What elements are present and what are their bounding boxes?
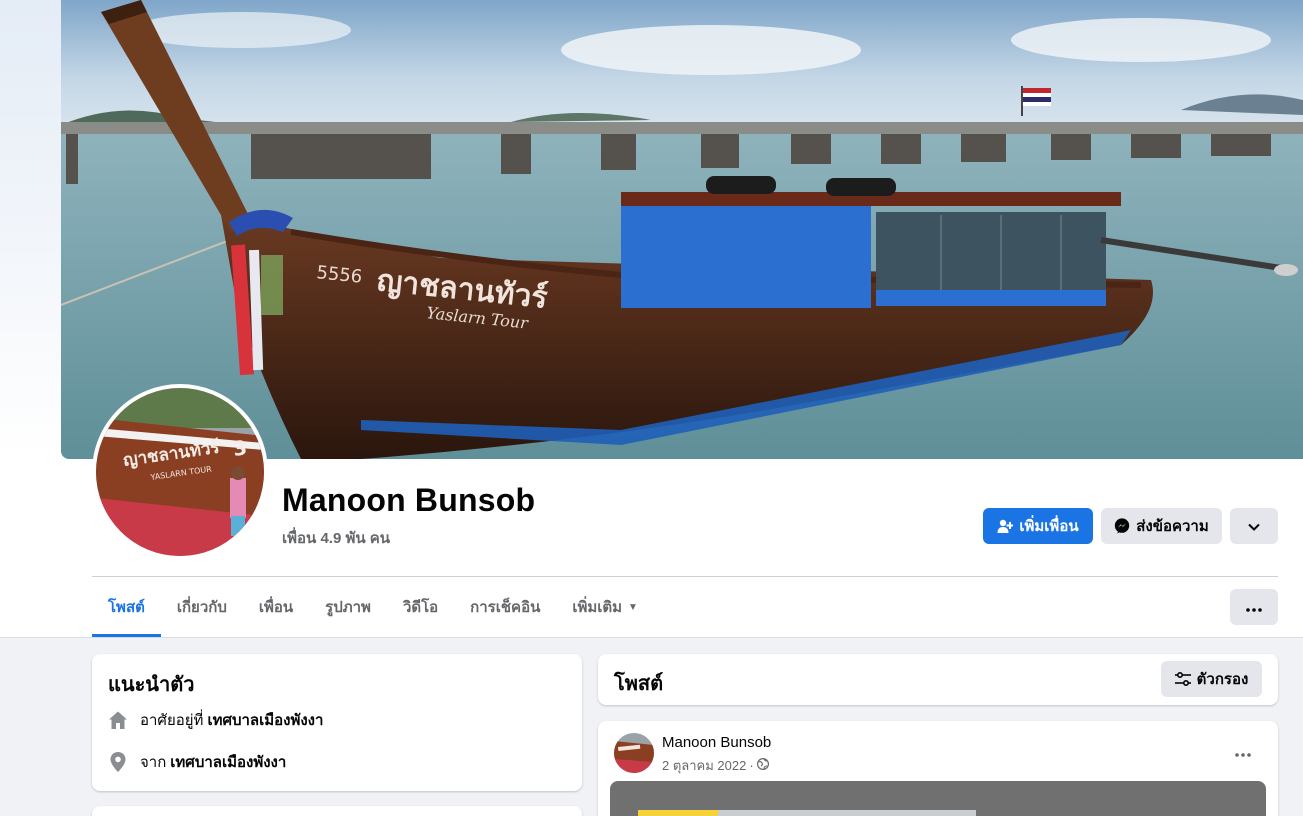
messenger-icon xyxy=(1114,518,1130,534)
add-friend-button[interactable]: เพิ่มเพื่อน xyxy=(983,508,1093,544)
globe-icon xyxy=(756,757,769,773)
filter-button[interactable]: ตัวกรอง xyxy=(1161,661,1262,697)
more-dots-icon xyxy=(1235,744,1251,762)
post-author-avatar[interactable] xyxy=(614,733,654,773)
send-message-label: ส่งข้อความ xyxy=(1136,518,1209,535)
post-author-name[interactable]: Manoon Bunsob xyxy=(662,734,771,751)
friend-count[interactable]: เพื่อน 4.9 พัน คน xyxy=(282,526,390,550)
tab-more[interactable]: เพิ่มเติม ▼ xyxy=(556,578,654,636)
header-divider xyxy=(92,576,1278,577)
post-options-button[interactable] xyxy=(1225,735,1261,771)
post-media-preview xyxy=(638,810,976,816)
from-place[interactable]: เทศบาลเมืองพังงา xyxy=(170,750,286,774)
post-media[interactable] xyxy=(610,781,1266,816)
more-dots-icon xyxy=(1246,599,1262,616)
filter-label: ตัวกรอง xyxy=(1196,671,1249,688)
tab-videos[interactable]: วิดีโอ xyxy=(387,578,454,636)
tab-posts[interactable]: โพสต์ xyxy=(92,578,161,637)
caret-down-icon: ▼ xyxy=(628,601,638,613)
next-card xyxy=(92,806,582,816)
profile-options-button[interactable] xyxy=(1230,508,1278,544)
meta-separator: · xyxy=(749,758,754,773)
location-pin-icon xyxy=(108,752,128,772)
home-icon xyxy=(108,710,128,730)
tab-friends[interactable]: เพื่อน xyxy=(243,578,309,636)
send-message-button[interactable]: ส่งข้อความ xyxy=(1101,508,1222,544)
chevron-down-icon xyxy=(1248,518,1260,535)
profile-tabs: โพสต์ เกี่ยวกับ เพื่อน รูปภาพ วิดีโอ การ… xyxy=(92,578,654,638)
post-card: Manoon Bunsob 2 ตุลาคม 2022 · xyxy=(598,721,1278,816)
posts-title: โพสต์ xyxy=(614,673,664,695)
more-options-button[interactable] xyxy=(1230,589,1278,625)
from-prefix: จาก xyxy=(140,754,167,771)
tab-about[interactable]: เกี่ยวกับ xyxy=(161,578,243,636)
cover-photo[interactable]: 5556 ญาชลานทัวร์ Yaslarn Tour xyxy=(61,0,1303,459)
header-background xyxy=(0,0,61,460)
filter-icon xyxy=(1174,672,1191,686)
posts-header-card: โพสต์ ตัวกรอง xyxy=(598,654,1278,705)
add-person-icon xyxy=(997,518,1014,534)
lives-in-place[interactable]: เทศบาลเมืองพังงา xyxy=(207,708,323,732)
lives-in-row: อาศัยอยู่ที่ เทศบาลเมืองพังงา xyxy=(108,708,323,732)
post-date[interactable]: 2 ตุลาคม 2022 xyxy=(662,755,746,776)
add-friend-label: เพิ่มเพื่อน xyxy=(1019,518,1079,535)
lives-in-prefix: อาศัยอยู่ที่ xyxy=(140,712,204,729)
tab-photos[interactable]: รูปภาพ xyxy=(309,578,387,636)
intro-card: แนะนำตัว อาศัยอยู่ที่ เทศบาลเมืองพังงา จ… xyxy=(92,654,582,791)
profile-name: Manoon Bunsob xyxy=(282,482,536,518)
profile-picture[interactable]: ญาชลานทัวร์ 3 YASLARN TOUR xyxy=(92,384,268,560)
post-meta: 2 ตุลาคม 2022 · xyxy=(662,755,769,776)
intro-title: แนะนำตัว xyxy=(108,674,195,696)
tab-check-ins[interactable]: การเช็คอิน xyxy=(454,578,556,636)
from-row: จาก เทศบาลเมืองพังงา xyxy=(108,750,286,774)
